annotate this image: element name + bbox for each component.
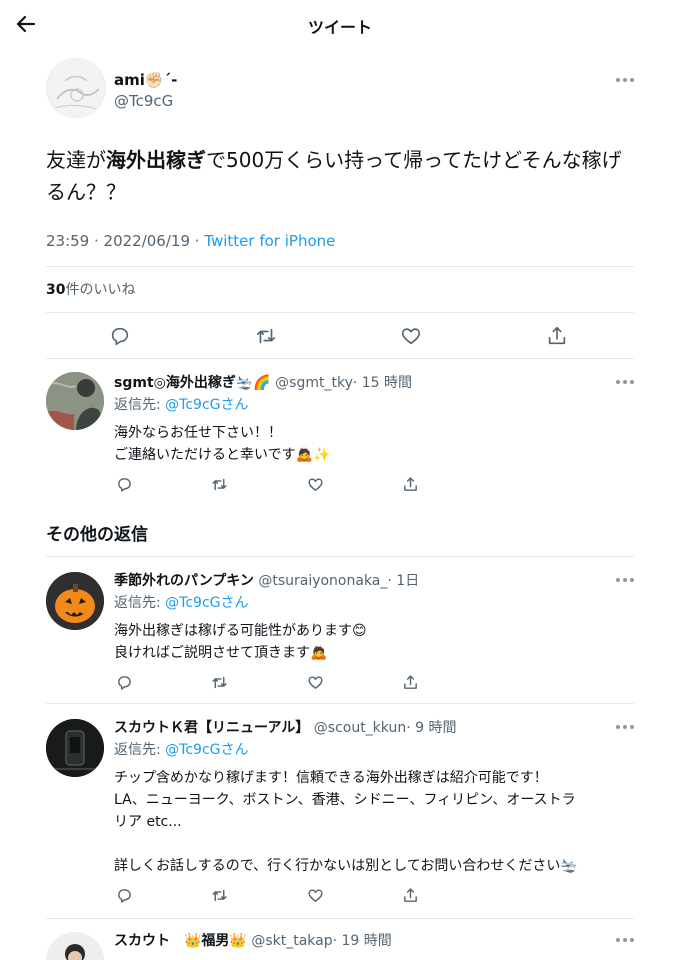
reply-tweet[interactable]: 季節外れのパンプキン @tsuraiyononaka_· 1日 返信先: @Tc… bbox=[46, 570, 634, 700]
reply-header: sgmt◎海外出稼ぎ🛬🌈 @sgmt_tky· 15 時間 bbox=[114, 375, 413, 391]
tweet-timestamp: 23:59 · 2022/06/19 · Twitter for iPhone bbox=[46, 232, 336, 250]
like-icon[interactable] bbox=[303, 883, 327, 907]
divider bbox=[46, 703, 634, 704]
reply-to-handle[interactable]: @Tc9cGさん bbox=[165, 595, 248, 611]
more-icon[interactable] bbox=[616, 378, 636, 386]
reply-text: チップ含めかなり稼げます！信頼できる海外出稼ぎは紹介可能です！ LA、ニューヨー… bbox=[114, 770, 578, 874]
retweet-icon[interactable] bbox=[207, 883, 231, 907]
like-icon[interactable] bbox=[303, 670, 327, 694]
share-icon[interactable] bbox=[398, 472, 422, 496]
avatar[interactable] bbox=[46, 372, 104, 430]
tweet-text: 友達が海外出稼ぎで500万くらい持って帰ってたけどそんな稼げるん？？ bbox=[46, 148, 622, 204]
more-icon[interactable] bbox=[616, 936, 634, 944]
reply-text: 海外ならお任せ下さい！！ ご連絡いただけると幸いです🙇✨ bbox=[114, 425, 331, 463]
reply-tweet[interactable]: sgmt◎海外出稼ぎ🛬🌈 @sgmt_tky· 15 時間 返信先: @Tc9c… bbox=[46, 372, 634, 502]
like-icon[interactable] bbox=[303, 472, 327, 496]
reply-header: スカウト 👑福男👑 @skt_takap· 19 時間 bbox=[114, 933, 392, 949]
avatar[interactable] bbox=[46, 58, 106, 118]
avatar[interactable] bbox=[46, 719, 104, 777]
reply-header: スカウトＫ君【リニューアル】 @scout_kkun· 9 時間 bbox=[114, 720, 457, 736]
top-bar: ツイート bbox=[0, 0, 680, 48]
reply-to: 返信先: @Tc9cGさん bbox=[114, 595, 249, 611]
avatar[interactable] bbox=[46, 572, 104, 630]
page-title: ツイート bbox=[307, 18, 372, 37]
share-icon[interactable] bbox=[398, 883, 422, 907]
reply-to: 返信先: @Tc9cGさん bbox=[114, 742, 249, 758]
divider bbox=[46, 556, 634, 557]
retweet-icon[interactable] bbox=[207, 670, 231, 694]
author-name[interactable]: ami✊🏻ˊ- bbox=[114, 70, 177, 89]
avatar[interactable] bbox=[46, 932, 104, 960]
reply-actions bbox=[112, 670, 432, 694]
other-replies-title: その他の返信 bbox=[46, 525, 148, 545]
share-icon[interactable] bbox=[542, 321, 572, 351]
reply-actions bbox=[112, 883, 432, 907]
reply-to: 返信先: @Tc9cGさん bbox=[114, 397, 249, 413]
divider bbox=[46, 358, 634, 359]
tweet-text-bold: 海外出稼ぎ bbox=[106, 148, 206, 172]
reply-actions bbox=[112, 472, 432, 496]
reply-text: 海外出稼ぎは稼げる可能性があります😊 良ければご説明させて頂きます🙇 bbox=[114, 623, 367, 661]
more-icon[interactable] bbox=[616, 76, 636, 84]
reply-tweet[interactable]: スカウト 👑福男👑 @skt_takap· 19 時間 bbox=[46, 930, 634, 960]
share-icon[interactable] bbox=[398, 670, 422, 694]
likes-count[interactable]: 30件のいいね bbox=[46, 279, 135, 299]
tweet-actions bbox=[46, 321, 634, 351]
reply-icon[interactable] bbox=[105, 321, 135, 351]
reply-to-handle[interactable]: @Tc9cGさん bbox=[165, 397, 248, 413]
more-icon[interactable] bbox=[616, 723, 636, 731]
author-handle[interactable]: @Tc9cG bbox=[114, 92, 173, 110]
reply-icon[interactable] bbox=[112, 670, 136, 694]
retweet-icon[interactable] bbox=[251, 321, 281, 351]
more-icon[interactable] bbox=[616, 576, 636, 584]
tweet-source-link[interactable]: Twitter for iPhone bbox=[204, 232, 335, 250]
retweet-icon[interactable] bbox=[207, 472, 231, 496]
divider bbox=[46, 312, 634, 313]
reply-tweet[interactable]: スカウトＫ君【リニューアル】 @scout_kkun· 9 時間 返信先: @T… bbox=[46, 717, 634, 917]
reply-icon[interactable] bbox=[112, 883, 136, 907]
reply-icon[interactable] bbox=[112, 472, 136, 496]
reply-header: 季節外れのパンプキン @tsuraiyononaka_· 1日 bbox=[114, 573, 420, 589]
divider bbox=[46, 918, 634, 919]
divider bbox=[46, 266, 634, 267]
like-icon[interactable] bbox=[396, 321, 426, 351]
reply-to-handle[interactable]: @Tc9cGさん bbox=[165, 742, 248, 758]
